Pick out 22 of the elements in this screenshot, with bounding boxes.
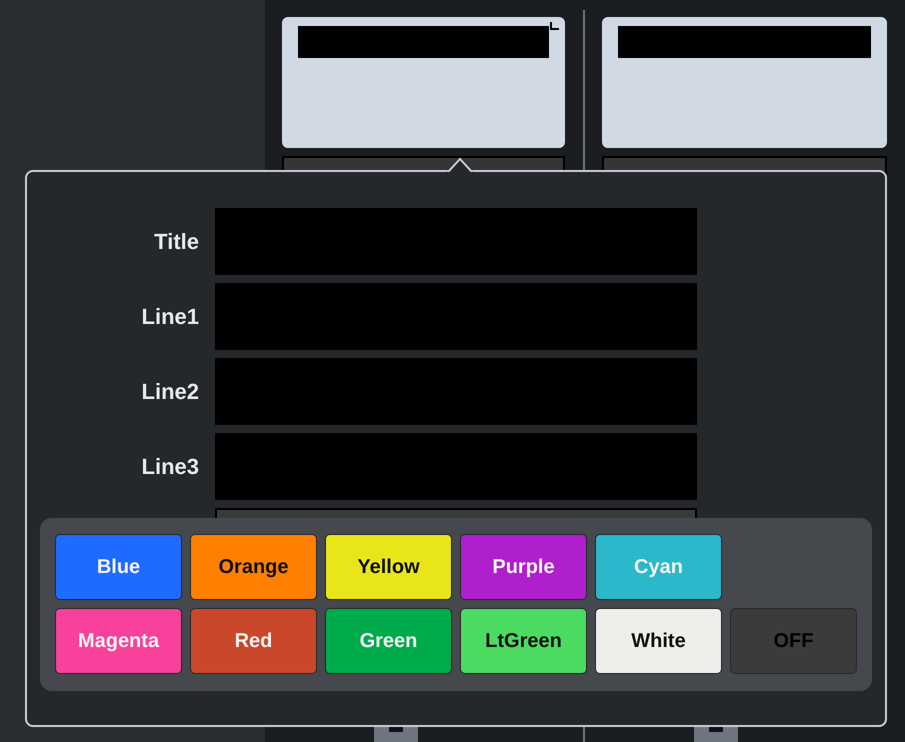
color-button[interactable]: Purple [460,534,587,600]
input-field[interactable] [215,208,697,275]
color-button[interactable]: LtGreen [460,608,587,674]
input-field[interactable] [215,358,697,425]
input-field[interactable] [215,433,697,500]
color-button[interactable]: White [595,608,722,674]
input-field[interactable] [215,283,697,350]
color-button[interactable]: Cyan [595,534,722,600]
color-button[interactable]: Magenta [55,608,182,674]
channel-card[interactable] [602,17,887,148]
color-button[interactable]: Green [325,608,452,674]
color-button[interactable]: Blue [55,534,182,600]
field-label: Line3 [140,454,199,480]
corner-icon [550,22,559,30]
input-field[interactable] [215,508,697,518]
field-label: Line1 [140,304,199,330]
color-button[interactable]: Orange [190,534,317,600]
channel-card[interactable] [282,17,565,148]
color-button[interactable]: Red [190,608,317,674]
field-label: Title [153,228,199,254]
color-button[interactable]: Yellow [325,534,452,600]
field-label: Line2 [140,378,199,404]
